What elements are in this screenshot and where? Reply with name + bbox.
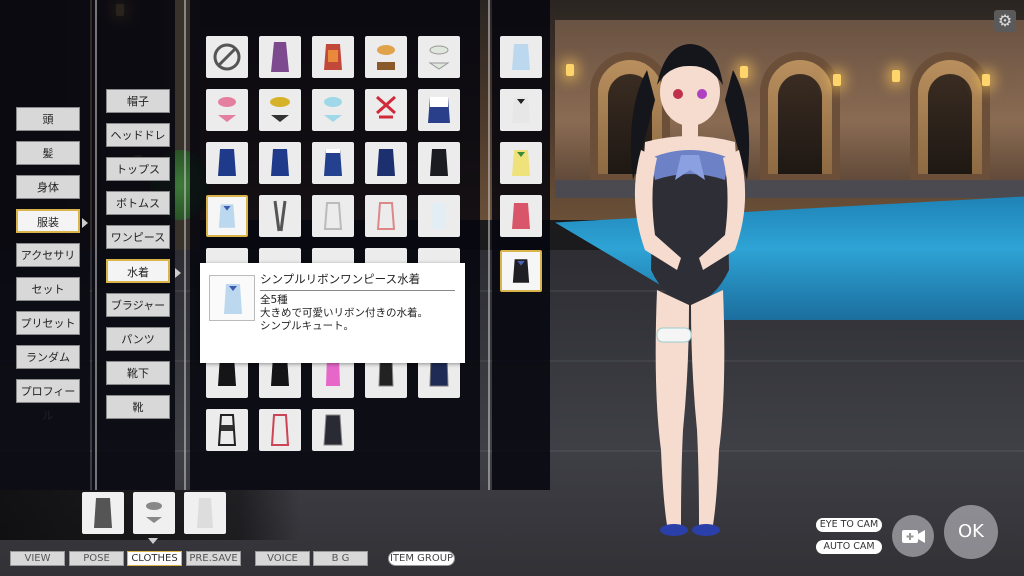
item-swimsuit-thumbnail[interactable] bbox=[418, 36, 460, 78]
variant-red[interactable] bbox=[500, 195, 542, 237]
item-swimsuit-thumbnail[interactable] bbox=[312, 195, 354, 237]
camera-add-button[interactable] bbox=[892, 515, 934, 557]
eye-to-cam-button[interactable]: EYE TO CAM bbox=[816, 518, 882, 532]
item-swimsuit-thumbnail[interactable] bbox=[206, 142, 248, 184]
category-accessory[interactable]: アクセサリ bbox=[16, 243, 80, 267]
tab-view[interactable]: VIEW bbox=[10, 551, 65, 566]
category-random[interactable]: ランダム bbox=[16, 345, 80, 369]
item-swimsuit-thumbnail[interactable] bbox=[365, 142, 407, 184]
item-swimsuit-thumbnail[interactable] bbox=[418, 195, 460, 237]
item-swimsuit-thumbnail[interactable] bbox=[206, 89, 248, 131]
clothes-nude-button[interactable] bbox=[184, 492, 226, 534]
item-swimsuit-thumbnail[interactable] bbox=[418, 89, 460, 131]
subcategory-bra[interactable]: ブラジャー bbox=[106, 293, 170, 317]
item-tooltip: シンプルリボンワンピース水着 全5種 大きめで可愛いリボン付きの水着。 シンプル… bbox=[200, 263, 465, 363]
tab-clothes[interactable]: CLOTHES bbox=[127, 551, 182, 566]
item-simple-ribbon-swimsuit[interactable] bbox=[206, 195, 248, 237]
tab-pre-save[interactable]: PRE.SAVE bbox=[186, 551, 241, 566]
item-swimsuit-thumbnail[interactable] bbox=[418, 142, 460, 184]
video-camera-add-icon bbox=[902, 530, 925, 543]
variant-light-blue[interactable] bbox=[500, 36, 542, 78]
subcategory-swimsuit[interactable]: 水着 bbox=[106, 259, 181, 283]
subcategory-headdress[interactable]: ヘッドドレス bbox=[106, 123, 170, 166]
subcategory-bottoms[interactable]: ボトムス bbox=[106, 191, 170, 215]
category-set[interactable]: セット bbox=[16, 277, 80, 301]
item-swimsuit-thumbnail[interactable] bbox=[259, 89, 301, 131]
prohibited-icon bbox=[213, 43, 241, 71]
item-swimsuit-thumbnail[interactable] bbox=[312, 142, 354, 184]
chevron-down-icon bbox=[148, 538, 158, 544]
divider bbox=[260, 290, 455, 291]
item-swimsuit-thumbnail[interactable] bbox=[259, 409, 301, 451]
item-swimsuit-thumbnail[interactable] bbox=[259, 142, 301, 184]
item-swimsuit-thumbnail[interactable] bbox=[259, 36, 301, 78]
subcategory-shoes[interactable]: 靴 bbox=[106, 395, 170, 419]
variant-white[interactable] bbox=[500, 89, 542, 131]
item-group-button[interactable]: ITEM GROUP bbox=[388, 551, 455, 566]
tooltip-thumbnail bbox=[209, 275, 255, 321]
divider bbox=[488, 0, 490, 490]
ok-button[interactable]: OK bbox=[944, 505, 998, 559]
character-model bbox=[630, 44, 750, 536]
category-clothes[interactable]: 服装 bbox=[16, 209, 88, 233]
divider bbox=[95, 0, 97, 490]
category-hair[interactable]: 髪 bbox=[16, 141, 80, 165]
tooltip-description: 全5種 大きめで可愛いリボン付きの水着。 シンプルキュート。 bbox=[260, 294, 428, 333]
category-profile[interactable]: プロフィール bbox=[16, 379, 80, 422]
tab-pose[interactable]: POSE bbox=[69, 551, 124, 566]
item-swimsuit-thumbnail[interactable] bbox=[312, 409, 354, 451]
clothes-underwear-button[interactable] bbox=[133, 492, 175, 534]
tooltip-count: 全5種 bbox=[260, 294, 288, 306]
auto-cam-button[interactable]: AUTO CAM bbox=[816, 540, 882, 554]
item-none[interactable] bbox=[206, 36, 248, 78]
settings-gear-icon[interactable]: ⚙ bbox=[994, 10, 1016, 32]
subcategory-onepiece[interactable]: ワンピース bbox=[106, 225, 170, 249]
tooltip-desc-line: シンプルキュート。 bbox=[260, 320, 354, 332]
subcategory-socks[interactable]: 靴下 bbox=[106, 361, 170, 385]
category-preset[interactable]: プリセット bbox=[16, 311, 80, 335]
item-swimsuit-thumbnail[interactable] bbox=[365, 36, 407, 78]
variant-yellow[interactable] bbox=[500, 142, 542, 184]
tooltip-title: シンプルリボンワンピース水着 bbox=[260, 272, 421, 286]
item-swimsuit-thumbnail[interactable] bbox=[312, 36, 354, 78]
tab-voice[interactable]: VOICE bbox=[255, 551, 310, 566]
tooltip-desc-line: 大きめで可愛いリボン付きの水着。 bbox=[260, 307, 428, 319]
item-swimsuit-thumbnail[interactable] bbox=[365, 89, 407, 131]
subcategory-tops[interactable]: トップス bbox=[106, 157, 170, 181]
subcategory-hat[interactable]: 帽子 bbox=[106, 89, 170, 113]
divider bbox=[184, 0, 186, 490]
clothes-full-button[interactable] bbox=[82, 492, 124, 534]
tab-bg[interactable]: B G bbox=[313, 551, 368, 566]
item-swimsuit-thumbnail[interactable] bbox=[365, 195, 407, 237]
item-swimsuit-thumbnail[interactable] bbox=[206, 409, 248, 451]
category-body[interactable]: 身体 bbox=[16, 175, 80, 199]
category-head[interactable]: 頭 bbox=[16, 107, 80, 131]
variant-black[interactable] bbox=[500, 250, 542, 292]
item-swimsuit-thumbnail[interactable] bbox=[312, 89, 354, 131]
subcategory-panties[interactable]: パンツ bbox=[106, 327, 170, 351]
item-swimsuit-thumbnail[interactable] bbox=[259, 195, 301, 237]
